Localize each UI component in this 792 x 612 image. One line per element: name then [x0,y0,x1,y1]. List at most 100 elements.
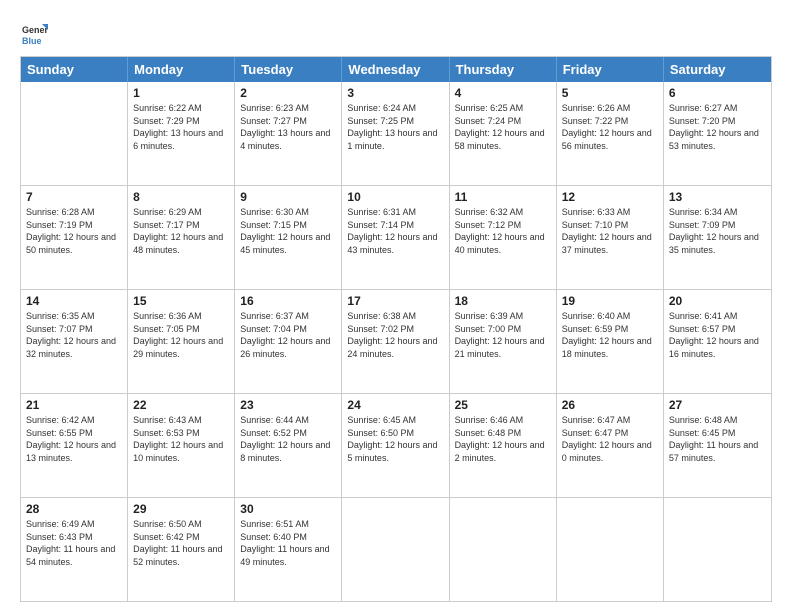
day-cell: 30Sunrise: 6:51 AMSunset: 6:40 PMDayligh… [235,498,342,601]
day-number: 1 [133,86,229,100]
day-cell: 21Sunrise: 6:42 AMSunset: 6:55 PMDayligh… [21,394,128,497]
day-number: 22 [133,398,229,412]
day-cell: 23 Sunrise: 6:44 AMSunset: 6:52 PMDayligh… [235,394,342,497]
day-number: 6 [669,86,766,100]
week-row-5: 28 Sunrise: 6:49 AMSunset: 6:43 PMDayligh… [21,498,771,601]
day-info: Sunrise: 6:44 AMSunset: 6:52 PMDaylight:… [240,414,336,464]
day-info: Sunrise: 6:37 AMSunset: 7:04 PMDaylight:… [240,310,336,360]
page-header: General Blue [20,16,772,48]
day-header-sunday: Sunday [21,57,128,82]
day-info: Sunrise: 6:41 AMSunset: 6:57 PMDaylight:… [669,310,766,360]
day-number: 24 [347,398,443,412]
day-cell: 20 Sunrise: 6:41 AMSunset: 6:57 PMDayligh… [664,290,771,393]
day-cell: 24 Sunrise: 6:45 AMSunset: 6:50 PMDayligh… [342,394,449,497]
day-number: 26 [562,398,658,412]
day-info: Sunrise: 6:36 AMSunset: 7:05 PMDaylight:… [133,310,229,360]
day-number: 25 [455,398,551,412]
day-info: Sunrise: 6:46 AMSunset: 6:48 PMDaylight:… [455,414,551,464]
day-cell [664,498,771,601]
day-cell: 14Sunrise: 6:35 AMSunset: 7:07 PMDayligh… [21,290,128,393]
day-headers: SundayMondayTuesdayWednesdayThursdayFrid… [21,57,771,82]
day-header-saturday: Saturday [664,57,771,82]
day-info: Sunrise: 6:39 AMSunset: 7:00 PMDaylight:… [455,310,551,360]
day-info: Sunrise: 6:32 AMSunset: 7:12 PMDaylight:… [455,206,551,256]
day-number: 3 [347,86,443,100]
week-row-3: 14Sunrise: 6:35 AMSunset: 7:07 PMDayligh… [21,290,771,394]
day-header-friday: Friday [557,57,664,82]
day-info: Sunrise: 6:49 AMSunset: 6:43 PMDaylight:… [26,518,122,568]
day-info: Sunrise: 6:23 AMSunset: 7:27 PMDaylight:… [240,102,336,152]
day-cell: 7 Sunrise: 6:28 AMSunset: 7:19 PMDaylight… [21,186,128,289]
day-number: 27 [669,398,766,412]
day-cell: 16 Sunrise: 6:37 AMSunset: 7:04 PMDayligh… [235,290,342,393]
day-cell: 12 Sunrise: 6:33 AMSunset: 7:10 PMDayligh… [557,186,664,289]
day-cell: 17 Sunrise: 6:38 AMSunset: 7:02 PMDayligh… [342,290,449,393]
day-info: Sunrise: 6:48 AMSunset: 6:45 PMDaylight:… [669,414,766,464]
day-number: 21 [26,398,122,412]
day-info: Sunrise: 6:33 AMSunset: 7:10 PMDaylight:… [562,206,658,256]
day-cell: 19Sunrise: 6:40 AMSunset: 6:59 PMDayligh… [557,290,664,393]
day-number: 14 [26,294,122,308]
day-cell: 11 Sunrise: 6:32 AMSunset: 7:12 PMDayligh… [450,186,557,289]
day-info: Sunrise: 6:28 AMSunset: 7:19 PMDaylight:… [26,206,122,256]
day-number: 11 [455,190,551,204]
day-cell [557,498,664,601]
day-cell: 27 Sunrise: 6:48 AMSunset: 6:45 PMDayligh… [664,394,771,497]
day-info: Sunrise: 6:29 AMSunset: 7:17 PMDaylight:… [133,206,229,256]
day-cell: 22 Sunrise: 6:43 AMSunset: 6:53 PMDayligh… [128,394,235,497]
day-number: 9 [240,190,336,204]
day-info: Sunrise: 6:51 AMSunset: 6:40 PMDaylight:… [240,518,336,568]
svg-text:Blue: Blue [22,36,42,46]
day-number: 12 [562,190,658,204]
svg-text:General: General [22,25,48,35]
day-info: Sunrise: 6:45 AMSunset: 6:50 PMDaylight:… [347,414,443,464]
week-row-4: 21Sunrise: 6:42 AMSunset: 6:55 PMDayligh… [21,394,771,498]
day-info: Sunrise: 6:30 AMSunset: 7:15 PMDaylight:… [240,206,336,256]
day-cell: 18 Sunrise: 6:39 AMSunset: 7:00 PMDayligh… [450,290,557,393]
day-info: Sunrise: 6:24 AMSunset: 7:25 PMDaylight:… [347,102,443,152]
day-info: Sunrise: 6:34 AMSunset: 7:09 PMDaylight:… [669,206,766,256]
day-cell [342,498,449,601]
calendar: SundayMondayTuesdayWednesdayThursdayFrid… [20,56,772,602]
day-number: 20 [669,294,766,308]
day-number: 7 [26,190,122,204]
week-row-2: 7 Sunrise: 6:28 AMSunset: 7:19 PMDaylight… [21,186,771,290]
day-number: 15 [133,294,229,308]
day-info: Sunrise: 6:38 AMSunset: 7:02 PMDaylight:… [347,310,443,360]
logo: General Blue [20,20,52,48]
day-number: 4 [455,86,551,100]
logo-icon: General Blue [20,20,48,48]
day-number: 13 [669,190,766,204]
day-cell: 10 Sunrise: 6:31 AMSunset: 7:14 PMDayligh… [342,186,449,289]
day-info: Sunrise: 6:25 AMSunset: 7:24 PMDaylight:… [455,102,551,152]
day-cell: 6 Sunrise: 6:27 AMSunset: 7:20 PMDaylight… [664,82,771,185]
day-number: 28 [26,502,122,516]
day-cell: 29Sunrise: 6:50 AMSunset: 6:42 PMDayligh… [128,498,235,601]
day-cell: 8 Sunrise: 6:29 AMSunset: 7:17 PMDaylight… [128,186,235,289]
day-info: Sunrise: 6:22 AMSunset: 7:29 PMDaylight:… [133,102,229,152]
day-cell: 28 Sunrise: 6:49 AMSunset: 6:43 PMDayligh… [21,498,128,601]
day-info: Sunrise: 6:47 AMSunset: 6:47 PMDaylight:… [562,414,658,464]
day-cell: 26 Sunrise: 6:47 AMSunset: 6:47 PMDayligh… [557,394,664,497]
day-cell [450,498,557,601]
day-number: 16 [240,294,336,308]
day-number: 8 [133,190,229,204]
day-info: Sunrise: 6:27 AMSunset: 7:20 PMDaylight:… [669,102,766,152]
week-row-1: 1 Sunrise: 6:22 AMSunset: 7:29 PMDaylight… [21,82,771,186]
day-cell: 13 Sunrise: 6:34 AMSunset: 7:09 PMDayligh… [664,186,771,289]
day-number: 17 [347,294,443,308]
day-info: Sunrise: 6:31 AMSunset: 7:14 PMDaylight:… [347,206,443,256]
day-info: Sunrise: 6:43 AMSunset: 6:53 PMDaylight:… [133,414,229,464]
day-cell: 25 Sunrise: 6:46 AMSunset: 6:48 PMDayligh… [450,394,557,497]
day-number: 18 [455,294,551,308]
day-number: 2 [240,86,336,100]
day-header-monday: Monday [128,57,235,82]
day-cell: 4 Sunrise: 6:25 AMSunset: 7:24 PMDaylight… [450,82,557,185]
day-cell: 5Sunrise: 6:26 AMSunset: 7:22 PMDaylight… [557,82,664,185]
day-cell: 2 Sunrise: 6:23 AMSunset: 7:27 PMDaylight… [235,82,342,185]
day-cell: 9 Sunrise: 6:30 AMSunset: 7:15 PMDaylight… [235,186,342,289]
day-number: 10 [347,190,443,204]
day-number: 23 [240,398,336,412]
calendar-body: 1 Sunrise: 6:22 AMSunset: 7:29 PMDaylight… [21,82,771,601]
day-header-wednesday: Wednesday [342,57,449,82]
